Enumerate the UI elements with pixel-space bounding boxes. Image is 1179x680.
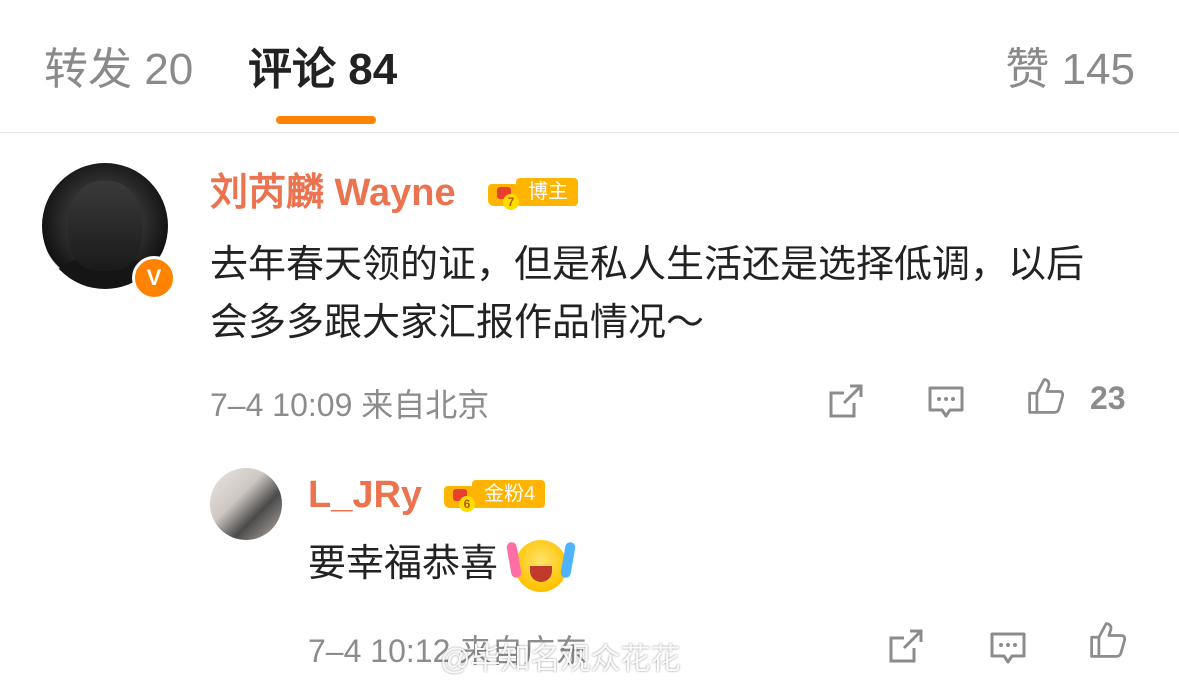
like-icon xyxy=(1090,622,1127,658)
tab-repost[interactable]: 转发 20 xyxy=(44,44,193,96)
comment-icon xyxy=(928,386,964,418)
crown-icon: 7 xyxy=(486,174,522,210)
comment-icon xyxy=(990,632,1026,664)
share-icon xyxy=(829,384,863,418)
tab-comments[interactable]: 评论 84 xyxy=(248,44,397,96)
crown-icon: 6 xyxy=(442,476,478,512)
badge-label: 金粉4 xyxy=(472,480,546,508)
comment-text: 去年春天领的证，但是私人生活还是选择低调，以后会多多跟大家汇报作品情况～ xyxy=(210,244,1085,344)
fan-badge[interactable]: 6 金粉4 xyxy=(442,476,546,512)
share-icon xyxy=(889,629,923,663)
badge-level: 6 xyxy=(459,496,475,512)
reply-comment-button[interactable] xyxy=(988,628,1028,673)
badge-label: 博主 xyxy=(516,178,578,206)
share-button[interactable] xyxy=(826,381,866,426)
like-button[interactable] xyxy=(1026,376,1066,421)
tab-likes[interactable]: 赞 145 xyxy=(1005,44,1135,96)
like-icon xyxy=(1028,378,1065,414)
tab-bar: 转发 20 评论 84 赞 145 xyxy=(0,0,1179,132)
comment-meta: 7–4 10:09 来自北京 xyxy=(210,387,490,423)
celebrate-emoji-icon xyxy=(505,539,576,592)
reply-username[interactable]: L_JRy xyxy=(308,472,422,518)
divider xyxy=(0,132,1179,133)
watermark: @毕知名观众花花 xyxy=(440,643,681,676)
comment-username[interactable]: 刘芮麟 Wayne xyxy=(210,170,456,216)
like-count: 23 xyxy=(1090,380,1126,416)
avatar-face xyxy=(68,181,142,271)
reply-text: 要幸福恭喜 xyxy=(308,543,499,585)
reply-text-row: 要幸福恭喜 xyxy=(308,536,576,592)
comment-button[interactable] xyxy=(926,382,966,427)
verified-icon: V xyxy=(132,256,176,300)
reply-share-button[interactable] xyxy=(886,626,926,671)
reply-avatar[interactable] xyxy=(210,468,282,540)
active-tab-indicator xyxy=(276,116,376,124)
badge-level: 7 xyxy=(503,194,519,210)
blogger-badge[interactable]: 7 博主 xyxy=(486,174,578,210)
reply-like-button[interactable] xyxy=(1088,620,1128,665)
